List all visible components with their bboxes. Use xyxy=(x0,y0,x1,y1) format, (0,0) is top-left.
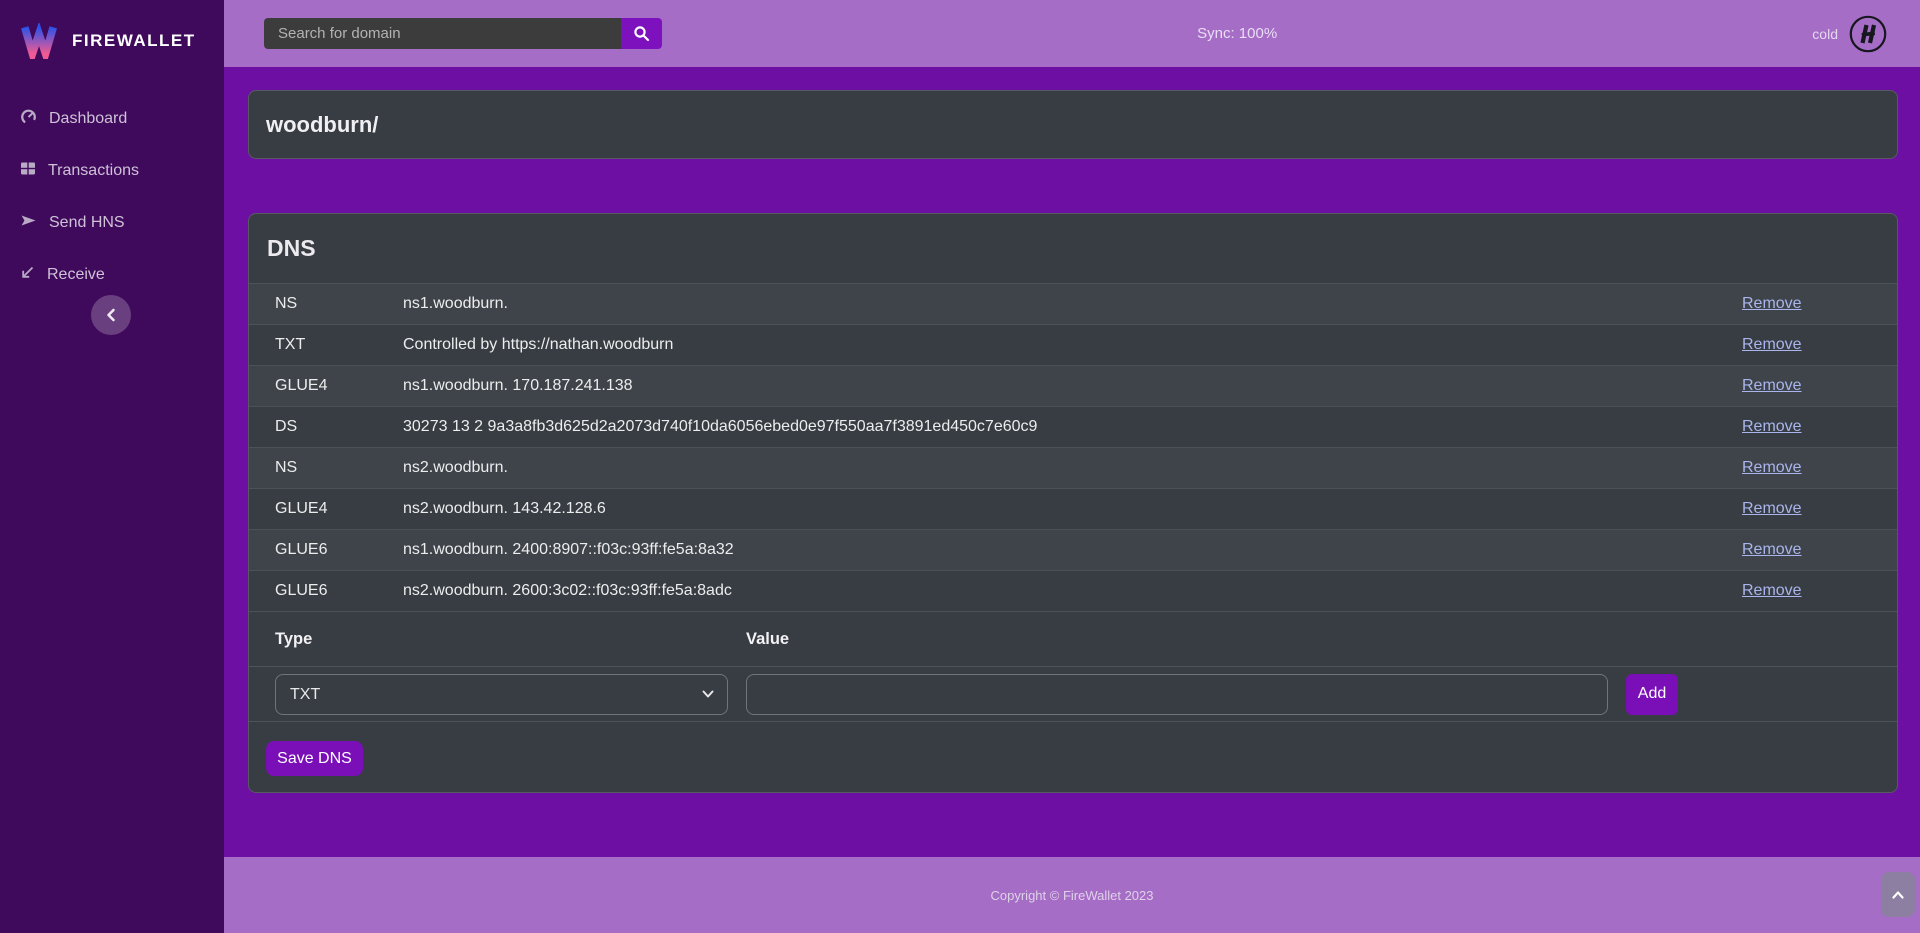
record-value: ns1.woodburn. 2400:8907::f03c:93ff:fe5a:… xyxy=(387,541,1737,559)
record-remove-link[interactable]: Remove xyxy=(1742,459,1802,476)
table-icon xyxy=(20,161,36,181)
record-remove-link[interactable]: Remove xyxy=(1742,295,1802,312)
sidebar: FIREWALLET Dashboard Transactions Send H… xyxy=(0,0,224,933)
record-type: GLUE4 xyxy=(259,377,387,395)
value-column-header: Value xyxy=(746,630,789,649)
record-value: Controlled by https://nathan.woodburn xyxy=(387,336,1737,354)
brand: FIREWALLET xyxy=(0,0,224,67)
sidebar-item-label: Receive xyxy=(47,266,105,284)
scroll-to-top-button[interactable] xyxy=(1881,872,1915,917)
record-type-select[interactable]: TXT xyxy=(275,674,728,715)
record-type: GLUE6 xyxy=(259,541,387,559)
record-value: ns2.woodburn. 143.42.128.6 xyxy=(387,500,1737,518)
sidebar-item-dashboard[interactable]: Dashboard xyxy=(0,93,224,145)
record-remove-link[interactable]: Remove xyxy=(1742,500,1802,517)
domain-title: woodburn/ xyxy=(266,112,378,138)
sidebar-nav: Dashboard Transactions Send HNS Receive xyxy=(0,93,224,301)
record-remove-link[interactable]: Remove xyxy=(1742,541,1802,558)
save-dns-button[interactable]: Save DNS xyxy=(266,741,363,776)
search-icon xyxy=(633,25,650,42)
record-remove-link[interactable]: Remove xyxy=(1742,336,1802,353)
dns-record-row: GLUE6 ns1.woodburn. 2400:8907::f03c:93ff… xyxy=(249,530,1897,571)
search-button[interactable] xyxy=(621,18,662,49)
dns-card: DNS NS ns1.woodburn. Remove TXT Controll… xyxy=(248,213,1898,793)
topbar: Sync: 100% cold xyxy=(224,0,1920,67)
dns-records: NS ns1.woodburn. Remove TXT Controlled b… xyxy=(249,284,1897,612)
domain-search xyxy=(264,18,662,49)
brand-name: FIREWALLET xyxy=(72,31,196,51)
app-window: FIREWALLET Dashboard Transactions Send H… xyxy=(0,0,1920,933)
sidebar-item-label: Transactions xyxy=(48,162,139,180)
record-type: GLUE6 xyxy=(259,582,387,600)
domain-card: woodburn/ xyxy=(248,90,1898,159)
record-value: 30273 13 2 9a3a8fb3d625d2a2073d740f10da6… xyxy=(387,418,1737,436)
dns-record-row: NS ns1.woodburn. Remove xyxy=(249,284,1897,325)
sidebar-item-transactions[interactable]: Transactions xyxy=(0,145,224,197)
sidebar-item-receive[interactable]: Receive xyxy=(0,249,224,301)
dns-record-row: GLUE4 ns1.woodburn. 170.187.241.138 Remo… xyxy=(249,366,1897,407)
footer: Copyright © FireWallet 2023 xyxy=(224,857,1920,933)
content-column: Sync: 100% cold woodburn/ DNS xyxy=(224,0,1920,933)
record-value: ns2.woodburn. xyxy=(387,459,1737,477)
send-icon xyxy=(20,213,37,233)
save-row: Save DNS xyxy=(249,722,1897,793)
sidebar-item-send-hns[interactable]: Send HNS xyxy=(0,197,224,249)
dns-record-row: GLUE6 ns2.woodburn. 2600:3c02::f03c:93ff… xyxy=(249,571,1897,612)
record-remove-link[interactable]: Remove xyxy=(1742,582,1802,599)
gauge-icon xyxy=(20,108,37,130)
sync-status: Sync: 100% xyxy=(1197,25,1277,42)
dns-record-row: NS ns2.woodburn. Remove xyxy=(249,448,1897,489)
sidebar-collapse-button[interactable] xyxy=(91,295,131,335)
record-remove-link[interactable]: Remove xyxy=(1742,377,1802,394)
dns-record-row: DS 30273 13 2 9a3a8fb3d625d2a2073d740f10… xyxy=(249,407,1897,448)
record-value: ns2.woodburn. 2600:3c02::f03c:93ff:fe5a:… xyxy=(387,582,1737,600)
copyright-text: Copyright © FireWallet 2023 xyxy=(991,888,1154,903)
dns-form-header: Type Value xyxy=(249,612,1897,667)
wallet-name: cold xyxy=(1812,26,1838,42)
record-type: TXT xyxy=(259,336,387,354)
wallet-indicator: cold xyxy=(1812,14,1888,54)
add-record-button[interactable]: Add xyxy=(1626,674,1678,715)
record-type: GLUE4 xyxy=(259,500,387,518)
handshake-logo-icon[interactable] xyxy=(1848,14,1888,54)
record-type-select-wrap: TXT xyxy=(275,674,728,715)
record-type: NS xyxy=(259,295,387,313)
dns-add-form: TXT Add xyxy=(249,667,1897,722)
firewallet-logo-icon xyxy=(20,23,58,59)
chevron-left-icon xyxy=(105,308,117,322)
record-value: ns1.woodburn. 170.187.241.138 xyxy=(387,377,1737,395)
dns-card-title: DNS xyxy=(249,214,1897,284)
sidebar-item-label: Dashboard xyxy=(49,110,127,128)
search-input[interactable] xyxy=(264,18,621,49)
record-remove-link[interactable]: Remove xyxy=(1742,418,1802,435)
record-type: NS xyxy=(259,459,387,477)
record-value-input[interactable] xyxy=(746,674,1608,715)
type-column-header: Type xyxy=(275,630,746,649)
dns-record-row: GLUE4 ns2.woodburn. 143.42.128.6 Remove xyxy=(249,489,1897,530)
chevron-up-icon xyxy=(1892,891,1904,899)
receive-arrow-icon xyxy=(20,265,35,285)
main-area: woodburn/ DNS NS ns1.woodburn. Remove TX… xyxy=(224,67,1920,857)
sidebar-item-label: Send HNS xyxy=(49,214,125,232)
record-value: ns1.woodburn. xyxy=(387,295,1737,313)
record-type: DS xyxy=(259,418,387,436)
dns-record-row: TXT Controlled by https://nathan.woodbur… xyxy=(249,325,1897,366)
